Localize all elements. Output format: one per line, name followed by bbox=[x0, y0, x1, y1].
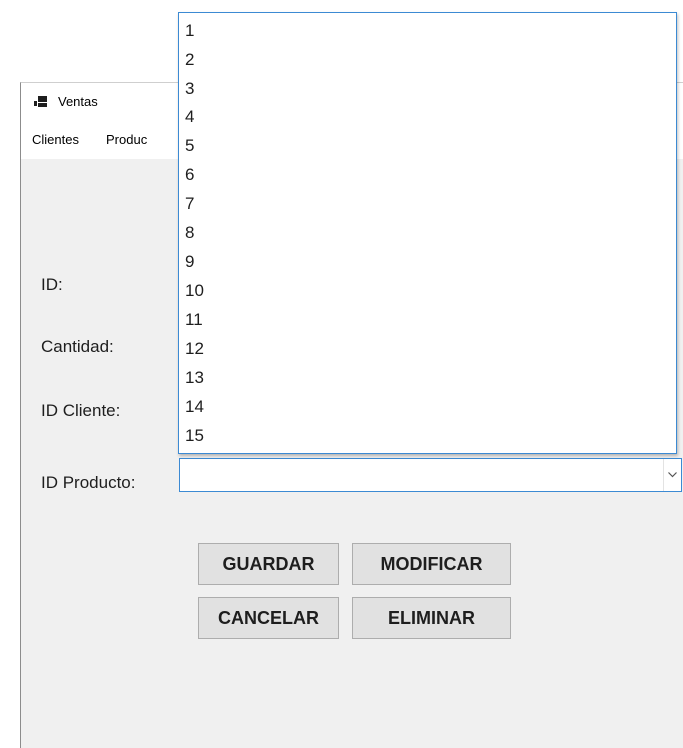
dropdown-option[interactable]: 8 bbox=[185, 223, 194, 243]
app-window-icon bbox=[34, 96, 48, 108]
id-producto-combobox[interactable] bbox=[179, 458, 682, 492]
dropdown-option[interactable]: 10 bbox=[185, 281, 204, 301]
cancelar-button[interactable]: CANCELAR bbox=[198, 597, 339, 639]
dropdown-option[interactable]: 5 bbox=[185, 136, 194, 156]
window-title: Ventas bbox=[58, 94, 98, 109]
dropdown-option[interactable]: 3 bbox=[185, 79, 194, 99]
guardar-button[interactable]: GUARDAR bbox=[198, 543, 339, 585]
label-id-producto: ID Producto: bbox=[41, 473, 136, 492]
label-id: ID: bbox=[41, 275, 63, 294]
dropdown-option[interactable]: 15 bbox=[185, 426, 204, 446]
menu-item-clientes[interactable]: Clientes bbox=[32, 132, 79, 147]
id-producto-dropdown-list[interactable]: 1 2 3 4 5 6 7 8 9 10 11 12 13 14 15 bbox=[178, 12, 677, 454]
dropdown-option[interactable]: 12 bbox=[185, 339, 204, 359]
combo-dropdown-button[interactable] bbox=[663, 459, 681, 491]
screen: Ventas Clientes Produc ID: Cantidad: ID … bbox=[0, 0, 683, 748]
dropdown-option[interactable]: 2 bbox=[185, 50, 194, 70]
dropdown-option[interactable]: 9 bbox=[185, 252, 194, 272]
chevron-down-icon bbox=[668, 472, 677, 478]
label-id-cliente: ID Cliente: bbox=[41, 401, 121, 420]
label-cantidad: Cantidad: bbox=[41, 337, 114, 356]
dropdown-option[interactable]: 14 bbox=[185, 397, 204, 417]
menu-item-productos[interactable]: Produc bbox=[106, 132, 147, 147]
dropdown-option[interactable]: 4 bbox=[185, 107, 194, 127]
eliminar-button[interactable]: ELIMINAR bbox=[352, 597, 511, 639]
dropdown-option[interactable]: 13 bbox=[185, 368, 204, 388]
dropdown-option[interactable]: 6 bbox=[185, 165, 194, 185]
dropdown-option[interactable]: 11 bbox=[185, 310, 203, 330]
dropdown-option[interactable]: 1 bbox=[185, 21, 194, 41]
modificar-button[interactable]: MODIFICAR bbox=[352, 543, 511, 585]
dropdown-option[interactable]: 7 bbox=[185, 194, 194, 214]
